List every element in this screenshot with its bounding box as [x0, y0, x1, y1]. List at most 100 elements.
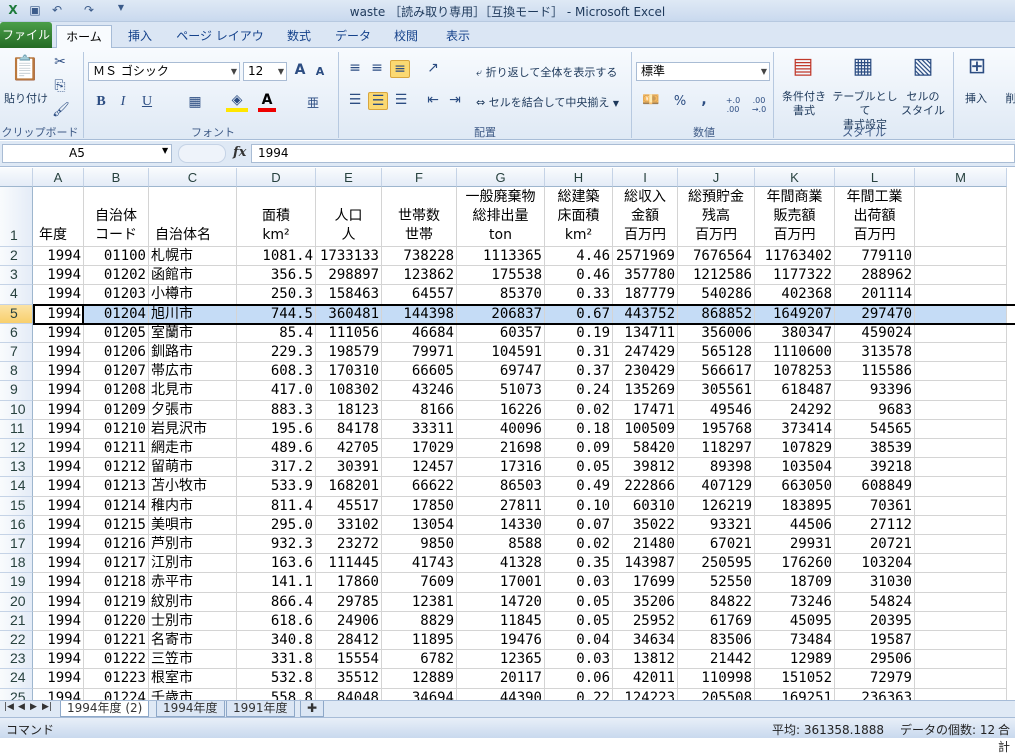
data-cell[interactable]: 美唄市	[149, 515, 237, 535]
data-cell[interactable]: 0.02	[545, 535, 613, 555]
data-cell[interactable]: 01100	[84, 247, 149, 267]
data-cell[interactable]: 1994	[33, 611, 84, 631]
data-cell[interactable]: 01224	[84, 688, 149, 700]
data-cell[interactable]: 17850	[382, 496, 457, 516]
data-cell[interactable]: 533.9	[237, 477, 316, 497]
data-cell[interactable]: 250.3	[237, 285, 316, 305]
empty-cell[interactable]	[915, 285, 1007, 305]
row-header[interactable]: 18	[0, 554, 33, 574]
header-cell[interactable]: 年間工業 出荷額 百万円	[835, 187, 915, 247]
data-cell[interactable]: 175538	[457, 266, 545, 286]
insert-cells-button[interactable]: 挿入	[958, 90, 994, 106]
data-cell[interactable]: 141.1	[237, 573, 316, 593]
data-cell[interactable]: 01219	[84, 592, 149, 612]
data-cell[interactable]: 21698	[457, 439, 545, 459]
data-cell[interactable]: 1994	[33, 381, 84, 401]
data-cell[interactable]: 44390	[457, 688, 545, 700]
data-cell[interactable]: 0.09	[545, 439, 613, 459]
data-cell[interactable]: 183895	[755, 496, 835, 516]
insert-cells-icon[interactable]: ⊞	[962, 54, 992, 84]
data-cell[interactable]: 0.67	[545, 304, 613, 324]
data-cell[interactable]: 115586	[835, 362, 915, 382]
bold-button[interactable]: B	[94, 94, 108, 110]
format-as-table-icon[interactable]: ▦	[846, 54, 880, 84]
data-cell[interactable]: 留萌市	[149, 458, 237, 478]
empty-cell[interactable]	[915, 535, 1007, 555]
data-cell[interactable]: 1994	[33, 304, 84, 324]
cell-styles-button[interactable]: セルの スタイル	[898, 90, 948, 118]
data-cell[interactable]: 38539	[835, 439, 915, 459]
data-cell[interactable]: 51073	[457, 381, 545, 401]
data-cell[interactable]: 01202	[84, 266, 149, 286]
data-cell[interactable]: 1994	[33, 266, 84, 286]
data-cell[interactable]: 01223	[84, 669, 149, 689]
data-cell[interactable]: 58420	[613, 439, 678, 459]
data-cell[interactable]: 41328	[457, 554, 545, 574]
data-cell[interactable]: 01216	[84, 535, 149, 555]
tab-data[interactable]: データ	[330, 25, 376, 48]
align-right-icon[interactable]: ☰	[392, 92, 410, 108]
data-cell[interactable]: 函館市	[149, 266, 237, 286]
data-cell[interactable]: 331.8	[237, 650, 316, 670]
sheet-tab-1994[interactable]: 1994年度	[156, 701, 225, 717]
data-cell[interactable]: 69747	[457, 362, 545, 382]
wrap-text-button[interactable]: ⤶ 折り返して全体を表示する	[476, 64, 626, 80]
empty-cell[interactable]	[915, 496, 1007, 516]
data-cell[interactable]: 29785	[316, 592, 382, 612]
data-cell[interactable]: 618487	[755, 381, 835, 401]
decrease-decimal-icon[interactable]: .00 →.0	[748, 96, 770, 114]
empty-cell[interactable]	[915, 650, 1007, 670]
data-cell[interactable]: 01220	[84, 611, 149, 631]
data-cell[interactable]: 小樽市	[149, 285, 237, 305]
column-header[interactable]: H	[545, 168, 613, 187]
data-cell[interactable]: 8166	[382, 400, 457, 420]
data-cell[interactable]: 30391	[316, 458, 382, 478]
data-cell[interactable]: 532.8	[237, 669, 316, 689]
delete-cells-button[interactable]: 削	[1004, 90, 1015, 106]
data-cell[interactable]: 35512	[316, 669, 382, 689]
data-cell[interactable]: 12381	[382, 592, 457, 612]
insert-sheet-icon[interactable]: ✚	[300, 701, 325, 717]
data-cell[interactable]: 357780	[613, 266, 678, 286]
data-cell[interactable]: 夕張市	[149, 400, 237, 420]
empty-cell[interactable]	[915, 187, 1007, 247]
data-cell[interactable]: 1994	[33, 669, 84, 689]
row-header[interactable]: 7	[0, 343, 33, 363]
tab-page-layout[interactable]: ページ レイアウト	[172, 25, 268, 65]
data-cell[interactable]: 0.03	[545, 573, 613, 593]
sheet-tab-1994-2[interactable]: 1994年度 (2)	[60, 701, 150, 717]
data-cell[interactable]: 19587	[835, 631, 915, 651]
row-header[interactable]: 13	[0, 458, 33, 478]
row-header[interactable]: 5	[0, 304, 33, 324]
data-cell[interactable]: 01213	[84, 477, 149, 497]
underline-button[interactable]: U	[140, 94, 154, 110]
data-cell[interactable]: 28412	[316, 631, 382, 651]
empty-cell[interactable]	[915, 611, 1007, 631]
data-cell[interactable]: 24906	[316, 611, 382, 631]
data-cell[interactable]: 295.0	[237, 515, 316, 535]
data-cell[interactable]: 73484	[755, 631, 835, 651]
data-cell[interactable]: 赤平市	[149, 573, 237, 593]
row-header[interactable]: 21	[0, 611, 33, 631]
data-cell[interactable]: 13054	[382, 515, 457, 535]
data-cell[interactable]: 0.04	[545, 631, 613, 651]
column-header[interactable]: B	[84, 168, 149, 187]
data-cell[interactable]: 01203	[84, 285, 149, 305]
data-cell[interactable]: 143987	[613, 554, 678, 574]
header-cell[interactable]: 一般廃棄物 総排出量 ton	[457, 187, 545, 247]
data-cell[interactable]: 459024	[835, 323, 915, 343]
data-cell[interactable]: 43246	[382, 381, 457, 401]
cell-styles-icon[interactable]: ▧	[906, 54, 940, 84]
data-cell[interactable]: 45095	[755, 611, 835, 631]
empty-cell[interactable]	[915, 343, 1007, 363]
data-cell[interactable]: 01208	[84, 381, 149, 401]
shrink-font-icon[interactable]: A	[313, 65, 327, 78]
data-cell[interactable]: 1212586	[678, 266, 755, 286]
data-cell[interactable]: 0.33	[545, 285, 613, 305]
data-cell[interactable]: 27811	[457, 496, 545, 516]
data-cell[interactable]: 608.3	[237, 362, 316, 382]
data-cell[interactable]: 135269	[613, 381, 678, 401]
data-cell[interactable]: 356.5	[237, 266, 316, 286]
data-cell[interactable]: 1994	[33, 554, 84, 574]
data-cell[interactable]: 443752	[613, 304, 678, 324]
